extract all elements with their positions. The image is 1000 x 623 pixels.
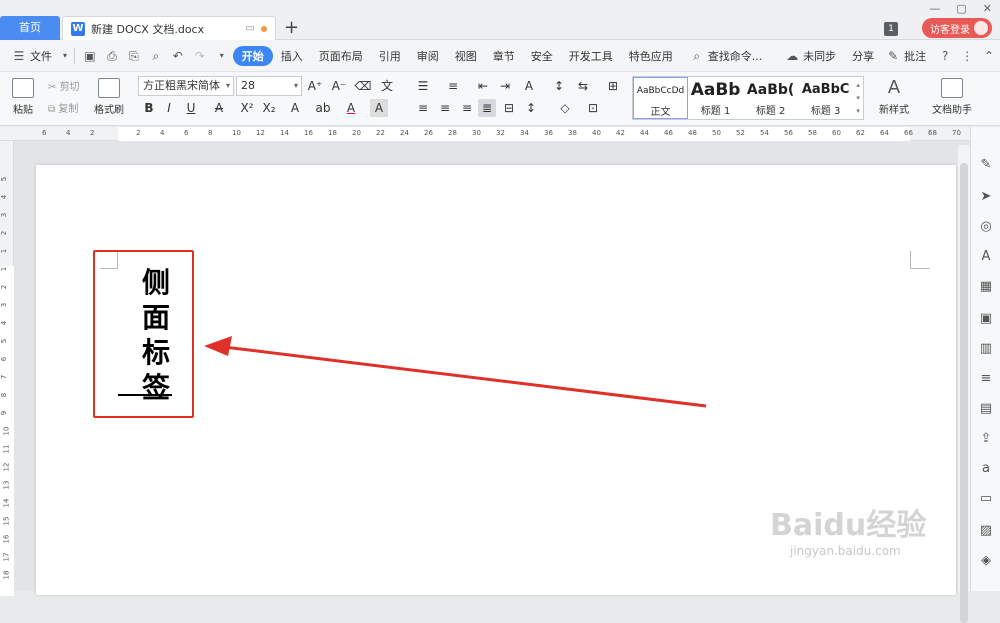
share-icon[interactable]: ⇪ [978, 431, 994, 447]
font-style-icon[interactable]: A [978, 249, 994, 265]
table-icon[interactable]: ▦ [978, 279, 994, 295]
grid-icon[interactable]: ▣ [978, 311, 994, 327]
translate-icon[interactable]: a [978, 461, 994, 477]
archive-icon[interactable]: ▭ [978, 491, 994, 507]
settings-sliders-icon[interactable]: ≡ [978, 371, 994, 387]
scrollbar-thumb[interactable] [960, 163, 968, 623]
image-icon[interactable]: ▤ [978, 401, 994, 417]
watermark-logo-text: Baidu经验 [770, 508, 927, 543]
pen-icon[interactable]: ✎ [978, 157, 994, 173]
select-cursor-icon[interactable]: ➤ [978, 189, 994, 205]
picture-icon[interactable]: ▨ [978, 523, 994, 539]
baidu-watermark: Baidu经验 jingyan.baidu.com [760, 480, 960, 580]
chart-icon[interactable]: ▥ [978, 341, 994, 357]
annotation-arrow-shaft [223, 345, 707, 408]
watermark-url: jingyan.baidu.com [790, 544, 901, 558]
shapes-icon[interactable]: ◎ [978, 219, 994, 235]
shield-icon[interactable]: ◈ [978, 553, 994, 569]
right-side-panel: ✎ ➤ ◎ A ▦ ▣ ▥ ≡ ▤ ⇪ a ▭ ▨ ◈ [970, 127, 1000, 591]
